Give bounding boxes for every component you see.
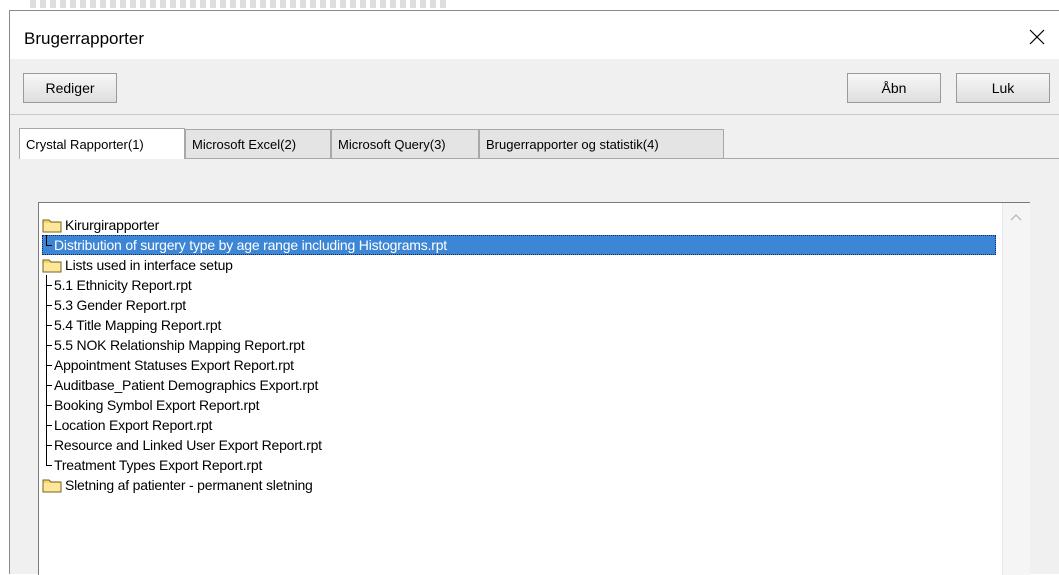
dialog-window: Brugerrapporter Rediger Åbn Luk Crystal … [9, 10, 1059, 575]
tree-connector [44, 455, 53, 475]
tree-file[interactable]: 5.1 Ethnicity Report.rpt [42, 275, 192, 295]
tab-microsoft-excel[interactable]: Microsoft Excel(2) [185, 129, 331, 158]
toolbar: Rediger Åbn Luk [10, 59, 1059, 111]
tree-folder[interactable]: Kirurgirapporter [42, 215, 159, 235]
tree-file[interactable]: Appointment Statuses Export Report.rpt [42, 355, 294, 375]
tree-file[interactable]: Treatment Types Export Report.rpt [42, 455, 262, 475]
close-icon [1029, 29, 1045, 45]
tab-crystal-reports[interactable]: Crystal Rapporter(1) [19, 128, 185, 159]
tree-connector [44, 315, 53, 335]
tree-item-label: Location Export Report.rpt [54, 417, 213, 433]
tree-connector [44, 235, 53, 255]
tree-connector [44, 355, 53, 375]
tree-item-label: Sletning af patienter - permanent sletni… [65, 477, 313, 493]
open-button[interactable]: Åbn [847, 73, 941, 103]
edit-button[interactable]: Rediger [23, 73, 117, 103]
tree-connector [44, 275, 53, 295]
tree-item-label: Appointment Statuses Export Report.rpt [54, 357, 294, 373]
tree-file[interactable]: Resource and Linked User Export Report.r… [42, 435, 322, 455]
tab-microsoft-query[interactable]: Microsoft Query(3) [331, 129, 479, 158]
tree-file[interactable]: 5.5 NOK Relationship Mapping Report.rpt [42, 335, 305, 355]
close-dialog-button[interactable]: Luk [956, 73, 1050, 103]
chevron-up-icon[interactable] [1010, 213, 1022, 221]
tree-file[interactable]: Location Export Report.rpt [42, 415, 212, 435]
report-tree[interactable]: Kirurgirapporter Distribution of surgery … [38, 202, 1030, 575]
tree-item-label: 5.1 Ethnicity Report.rpt [54, 277, 192, 293]
tree-folder[interactable]: Sletning af patienter - permanent sletni… [42, 475, 313, 495]
tab-user-reports-statistics[interactable]: Brugerrapporter og statistik(4) [479, 129, 724, 158]
tree-file[interactable]: Booking Symbol Export Report.rpt [42, 395, 259, 415]
tree-item-label: Booking Symbol Export Report.rpt [54, 397, 260, 413]
tree-item-label: 5.3 Gender Report.rpt [54, 297, 186, 313]
tree-item-label: Resource and Linked User Export Report.r… [54, 437, 322, 453]
tree-connector [44, 395, 53, 415]
tree-item-label: Distribution of surgery type by age rang… [54, 237, 447, 253]
tree-item-label: Lists used in interface setup [65, 257, 233, 273]
tree-connector [44, 335, 53, 355]
folder-icon [42, 259, 62, 273]
folder-icon [42, 219, 62, 233]
tree-item-label: Auditbase_Patient Demographics Export.rp… [54, 377, 319, 393]
tree-file[interactable]: Distribution of surgery type by age rang… [42, 235, 996, 255]
tree-file[interactable]: Auditbase_Patient Demographics Export.rp… [42, 375, 318, 395]
tree-file[interactable]: 5.3 Gender Report.rpt [42, 295, 186, 315]
tree-folder[interactable]: Lists used in interface setup [42, 255, 233, 275]
title-bar: Brugerrapporter [10, 11, 1059, 59]
tree-item-label: Treatment Types Export Report.rpt [54, 457, 263, 473]
close-button[interactable] [1015, 19, 1059, 55]
tree-item-label: Kirurgirapporter [65, 217, 160, 233]
folder-icon [42, 479, 62, 493]
tree-file[interactable]: 5.4 Title Mapping Report.rpt [42, 315, 221, 335]
tree-item-label: 5.5 NOK Relationship Mapping Report.rpt [54, 337, 305, 353]
tree-connector [44, 295, 53, 315]
background-text [30, 0, 450, 8]
tree-connector [44, 375, 53, 395]
vertical-scrollbar[interactable] [1002, 203, 1030, 575]
tree-connector [44, 435, 53, 455]
window-title: Brugerrapporter [24, 29, 145, 48]
tree-connector [44, 415, 53, 435]
tree-item-label: 5.4 Title Mapping Report.rpt [54, 317, 222, 333]
toolbar-separator [10, 114, 1059, 115]
